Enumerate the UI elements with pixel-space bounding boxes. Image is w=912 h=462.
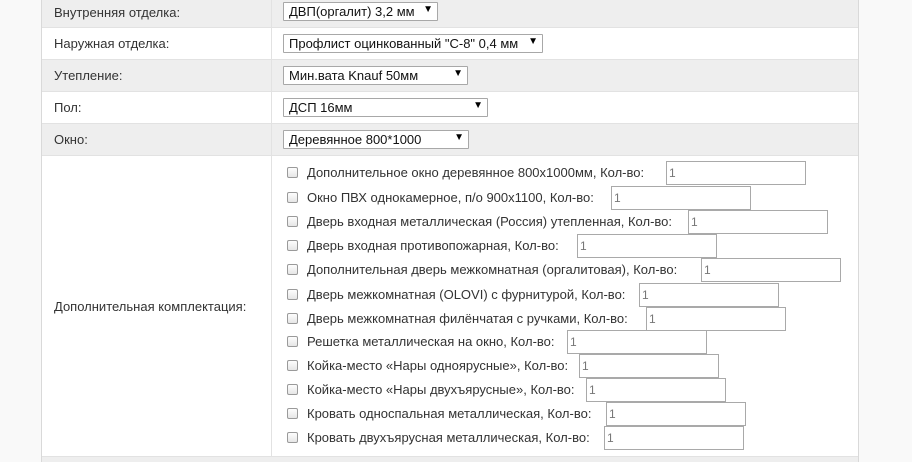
row-extras: Дополнительная комплектация: Дополнитель…: [42, 156, 858, 457]
floor-value: ДСП 16мм: [289, 100, 353, 115]
checkbox-icon[interactable]: [287, 264, 298, 275]
column-divider: [271, 124, 272, 155]
checkbox-icon[interactable]: [287, 360, 298, 371]
checkbox-icon[interactable]: [287, 167, 298, 178]
caret-down-icon: ▼: [453, 68, 463, 79]
checkbox-icon[interactable]: [287, 432, 298, 443]
column-divider: [271, 60, 272, 91]
column-divider: [271, 0, 272, 27]
config-table: Внутренняя отделка: ДВП(оргалит) 3,2 мм …: [41, 0, 859, 462]
checkbox-icon[interactable]: [287, 384, 298, 395]
row-window: Окно: Деревянное 800*1000 ▼: [42, 124, 858, 156]
checkbox-icon[interactable]: [287, 240, 298, 251]
quantity-input[interactable]: 1: [577, 234, 717, 258]
checkbox-icon[interactable]: [287, 289, 298, 300]
outer-finish-value: Профлист оцинкованный "С-8" 0,4 мм: [289, 36, 519, 51]
floor-select[interactable]: ДСП 16мм ▼: [283, 98, 488, 117]
window-value: Деревянное 800*1000: [289, 132, 422, 147]
inner-finish-label: Внутренняя отделка:: [54, 5, 181, 20]
row-outer-finish: Наружная отделка: Профлист оцинкованный …: [42, 28, 858, 60]
caret-down-icon: ▼: [454, 132, 464, 143]
caret-down-icon: ▼: [528, 36, 538, 47]
inner-finish-value: ДВП(оргалит) 3,2 мм: [289, 4, 415, 19]
row-insulation: Утепление: Мин.вата Knauf 50мм ▼: [42, 60, 858, 92]
column-divider: [271, 92, 272, 123]
quantity-input[interactable]: 1: [579, 354, 719, 378]
checkbox-icon[interactable]: [287, 192, 298, 203]
outer-finish-select[interactable]: Профлист оцинкованный "С-8" 0,4 мм ▼: [283, 34, 543, 53]
quantity-input[interactable]: 1: [611, 186, 751, 210]
quantity-input[interactable]: 1: [688, 210, 828, 234]
checkbox-icon[interactable]: [287, 313, 298, 324]
column-divider: [271, 28, 272, 59]
caret-down-icon: ▼: [423, 4, 433, 15]
next-row: [42, 457, 858, 462]
checkbox-icon[interactable]: [287, 216, 298, 227]
quantity-input[interactable]: 1: [567, 330, 707, 354]
quantity-input[interactable]: 1: [604, 426, 744, 450]
window-label: Окно:: [54, 132, 88, 147]
quantity-input[interactable]: 1: [586, 378, 726, 402]
quantity-input[interactable]: 1: [701, 258, 841, 282]
insulation-select[interactable]: Мин.вата Knauf 50мм ▼: [283, 66, 468, 85]
quantity-input[interactable]: 1: [646, 307, 786, 331]
floor-label: Пол:: [54, 100, 82, 115]
quantity-input[interactable]: 1: [666, 161, 806, 185]
insulation-label: Утепление:: [54, 68, 123, 83]
checkbox-icon[interactable]: [287, 408, 298, 419]
quantity-input[interactable]: 1: [639, 283, 779, 307]
inner-finish-select[interactable]: ДВП(оргалит) 3,2 мм ▼: [283, 2, 438, 21]
row-inner-finish: Внутренняя отделка: ДВП(оргалит) 3,2 мм …: [42, 0, 858, 28]
row-floor: Пол: ДСП 16мм ▼: [42, 92, 858, 124]
checkbox-icon[interactable]: [287, 336, 298, 347]
column-divider: [271, 156, 272, 456]
caret-down-icon: ▼: [473, 100, 483, 111]
insulation-value: Мин.вата Knauf 50мм: [289, 68, 419, 83]
extras-label: Дополнительная комплектация:: [54, 299, 247, 314]
window-select[interactable]: Деревянное 800*1000 ▼: [283, 130, 469, 149]
outer-finish-label: Наружная отделка:: [54, 36, 170, 51]
quantity-input[interactable]: 1: [606, 402, 746, 426]
